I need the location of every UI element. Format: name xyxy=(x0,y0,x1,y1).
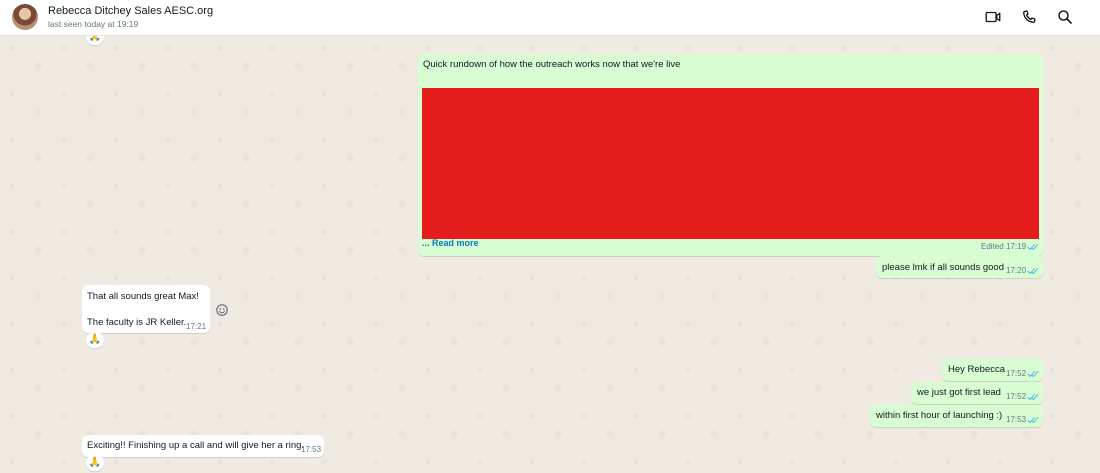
message-text-line: The faculty is JR Keller. xyxy=(87,317,187,328)
read-more-link[interactable]: ... Read more xyxy=(422,238,479,248)
read-ticks-icon xyxy=(1027,370,1039,378)
read-ticks-icon xyxy=(1027,267,1039,275)
message-text-line: That all sounds great Max! xyxy=(87,291,199,302)
message-bubble-outgoing[interactable]: Hey Rebecca 17:52 xyxy=(942,359,1043,381)
message-bubble-outgoing[interactable]: Quick rundown of how the outreach works … xyxy=(418,54,1043,256)
message-time: 17:21 xyxy=(186,322,207,331)
message-text: please lmk if all sounds good xyxy=(882,262,1004,273)
message-bubble-incoming[interactable]: That all sounds great Max! The faculty i… xyxy=(82,285,210,333)
search-icon[interactable] xyxy=(1056,8,1074,26)
message-text: Hey Rebecca xyxy=(948,364,1006,375)
read-ticks-icon xyxy=(1027,243,1039,251)
reaction-pray[interactable]: 🙏 xyxy=(86,455,104,471)
message-bubble-outgoing[interactable]: within first hour of launching :) 17:53 xyxy=(870,405,1043,427)
chat-area[interactable]: 🙏 Quick rundown of how the outreach work… xyxy=(0,36,1100,473)
message-bubble-incoming[interactable]: Exciting!! Finishing up a call and will … xyxy=(82,435,324,457)
message-time: 17:53 xyxy=(1006,415,1027,424)
reaction-pray[interactable]: 🙏 xyxy=(86,332,104,348)
message-time: 17:19 xyxy=(1006,242,1027,251)
edited-label: Edited xyxy=(981,242,1004,251)
message-time: 17:52 xyxy=(1006,392,1027,401)
last-seen-status: last seen today at 19:19 xyxy=(48,19,139,29)
message-bubble-outgoing[interactable]: please lmk if all sounds good 17:20 xyxy=(876,256,1043,278)
voice-call-icon[interactable] xyxy=(1020,8,1038,26)
redacted-content-block xyxy=(422,88,1039,239)
message-bubble-outgoing[interactable]: we just got first lead 17:52 xyxy=(911,382,1043,404)
message-text: Exciting!! Finishing up a call and will … xyxy=(87,440,305,451)
message-text: we just got first lead xyxy=(917,387,1001,398)
react-emoji-icon[interactable] xyxy=(215,303,229,317)
chat-header: Rebecca Ditchey Sales AESC.org last seen… xyxy=(0,0,1100,36)
reaction-pray[interactable]: 🙏 xyxy=(86,36,104,45)
message-text: Quick rundown of how the outreach works … xyxy=(423,59,681,70)
message-time: 17:53 xyxy=(301,445,322,454)
contact-name[interactable]: Rebecca Ditchey Sales AESC.org xyxy=(48,5,213,17)
read-ticks-icon xyxy=(1027,416,1039,424)
read-ticks-icon xyxy=(1027,393,1039,401)
message-time: 17:20 xyxy=(1006,266,1027,275)
contact-avatar[interactable] xyxy=(12,4,38,30)
message-time: 17:52 xyxy=(1006,369,1027,378)
message-text: within first hour of launching :) xyxy=(876,410,1003,421)
video-call-icon[interactable] xyxy=(984,8,1002,26)
